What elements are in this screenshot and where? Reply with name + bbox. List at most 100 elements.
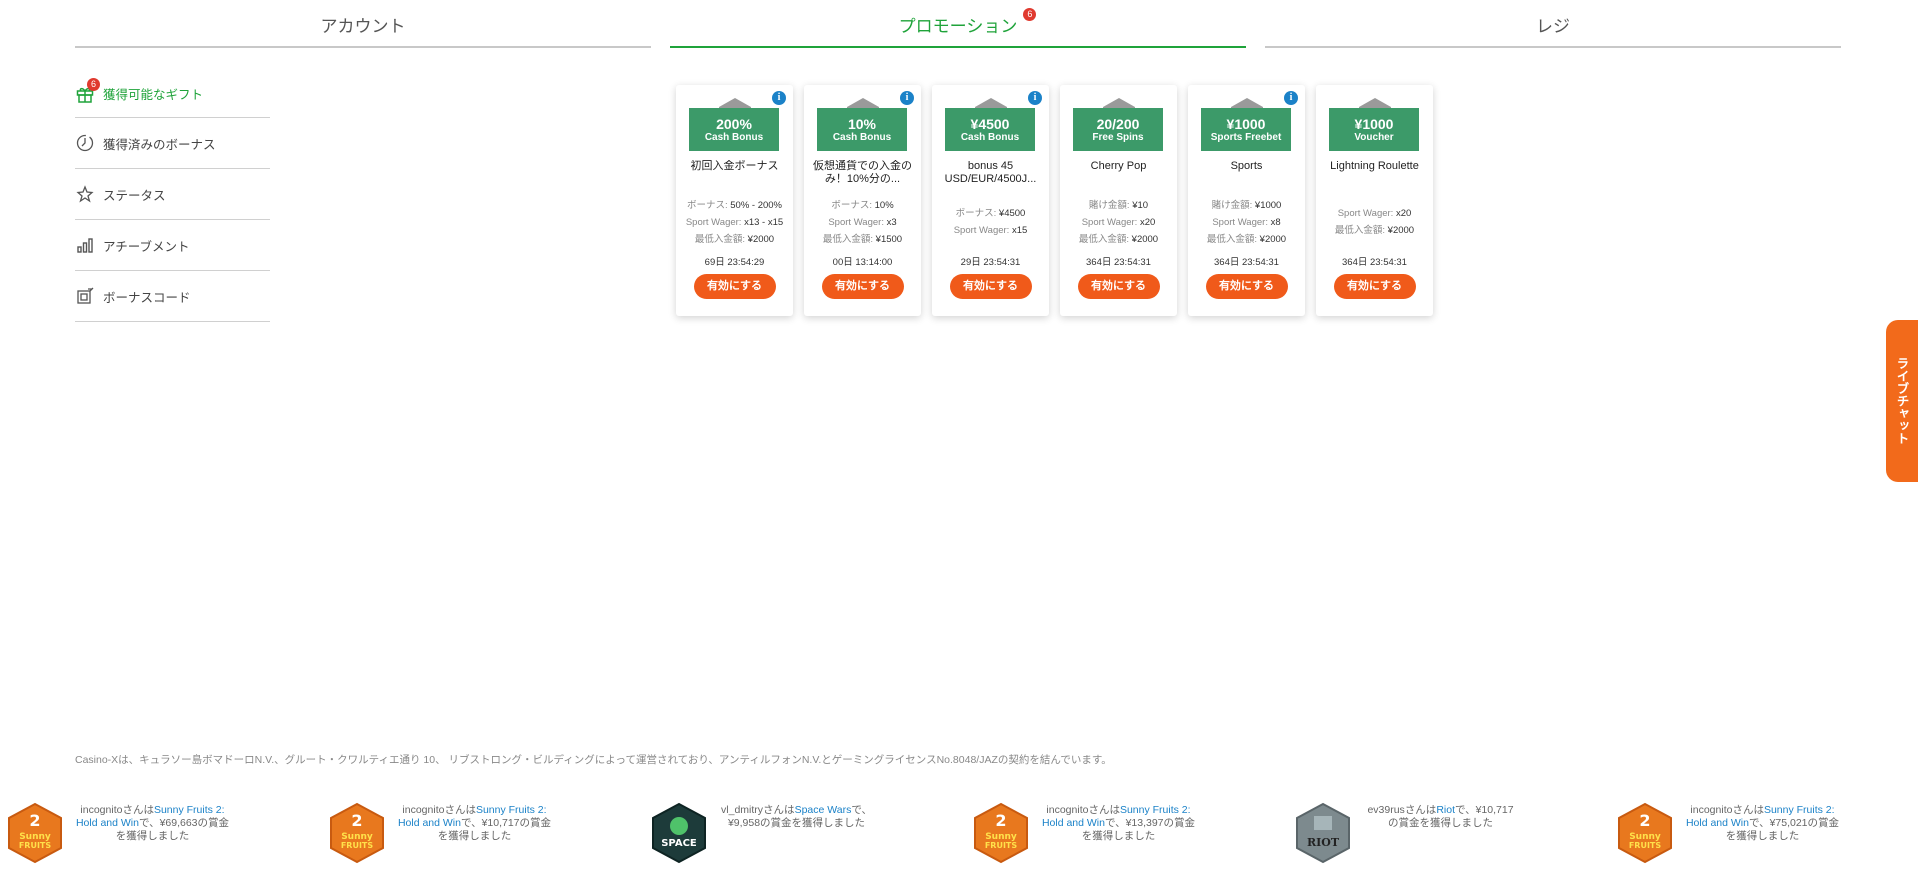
activate-button[interactable]: 有効にする: [949, 274, 1032, 299]
detail-value: ¥10: [1132, 199, 1149, 211]
sidebar-item-label: 獲得済みのボーナス: [103, 137, 216, 152]
promo-card: ¥1000 Voucher Lightning Roulette Sport Wa…: [1316, 85, 1433, 316]
promo-details: ボーナス: 50% - 200% Sport Wager: x13 - x15 最低…: [676, 190, 793, 254]
detail-line: ボーナス: ¥4500: [932, 205, 1049, 222]
bonus-ribbon: ¥1000 Sports Freebet: [1201, 108, 1291, 151]
ticker-user: incognito: [80, 804, 123, 816]
activate-button[interactable]: 有効にする: [1205, 274, 1288, 299]
bonus-badge: ¥1000 Voucher: [1316, 97, 1433, 162]
svg-text:2: 2: [1639, 811, 1650, 830]
detail-label: ボーナス:: [831, 199, 872, 211]
sidebar-item-available-gifts[interactable]: 6 獲得可能なギフト: [75, 70, 270, 118]
svg-text:2: 2: [29, 811, 40, 830]
promo-details: Sport Wager: x20 最低入金額: ¥2000: [1316, 190, 1433, 254]
bonus-ribbon: 20/200 Free Spins: [1073, 108, 1163, 151]
detail-line: Sport Wager: x15: [932, 222, 1049, 239]
detail-line: 最低入金額: ¥2000: [1316, 222, 1433, 239]
promo-title: 初回入金ボーナス: [690, 160, 779, 172]
ticker-user: ev39rus: [1367, 804, 1405, 816]
promo-title: Sports: [1230, 160, 1263, 172]
promo-details: ボーナス: ¥4500 Sport Wager: x15: [932, 190, 1049, 254]
winners-ticker: 2 Sunny FRUITS incognitoさんはSunny Fruits 2:…: [0, 798, 1918, 866]
riot-icon[interactable]: RIOT: [1294, 802, 1352, 864]
tab-cashier[interactable]: レジ: [1265, 0, 1841, 48]
ticker-item: 2 Sunny FRUITS incognitoさんはSunny Fruits 2:…: [966, 798, 1266, 866]
ticker-pre: さんは: [1404, 804, 1437, 816]
detail-value: ¥2000: [1259, 233, 1287, 245]
activate-button[interactable]: 有効にする: [1077, 274, 1160, 299]
detail-label: Sport Wager:: [1337, 208, 1394, 219]
detail-line: Sport Wager: x8: [1188, 214, 1305, 231]
detail-line: 最低入金額: ¥2000: [676, 231, 793, 248]
promo-cards: i 200% Cash Bonus 初回入金ボーナス ボーナス: 50% - 20…: [676, 85, 1433, 316]
ticker-game-link[interactable]: Riot: [1436, 804, 1455, 816]
detail-label: Sport Wager:: [685, 216, 742, 228]
bonus-amount: 10%: [847, 115, 877, 132]
svg-text:2: 2: [995, 811, 1006, 830]
countdown-timer: 364日 23:54:31: [1086, 257, 1151, 268]
activate-button[interactable]: 有効にする: [1333, 274, 1416, 299]
ticker-game-link[interactable]: Space Wars: [795, 804, 852, 816]
ticker-user: vl_dmitry: [721, 804, 764, 816]
detail-value: 50% - 200%: [730, 199, 783, 211]
activate-button[interactable]: 有効にする: [821, 274, 904, 299]
promo-card: i ¥1000 Sports Freebet Sports 賭け金額: ¥1000…: [1188, 85, 1305, 316]
space-wars-icon[interactable]: SPACE: [650, 802, 708, 864]
sunny-fruits-icon[interactable]: 2 Sunny FRUITS: [6, 802, 64, 864]
sidebar-item-achievements[interactable]: アチーブメント: [75, 220, 270, 271]
activate-button[interactable]: 有効にする: [693, 274, 776, 299]
bonus-type: Cash Bonus: [960, 131, 1020, 143]
detail-value: ¥2000: [747, 233, 775, 245]
sidebar: 6 獲得可能なギフト 獲得済みのボーナス ステータス アチーブメント ボーナスコ…: [75, 70, 270, 322]
ticker-item: 2 Sunny FRUITS incognitoさんはSunny Fruits 2:…: [0, 798, 300, 866]
detail-line: 最低入金額: ¥1500: [804, 231, 921, 248]
svg-text:2: 2: [351, 811, 362, 830]
detail-label: 最低入金額:: [1334, 225, 1386, 236]
sidebar-item-status[interactable]: ステータス: [75, 169, 270, 220]
tab-promotions[interactable]: プロモーション 6: [670, 0, 1246, 48]
detail-label: 最低入金額:: [1206, 233, 1258, 245]
detail-label: ボーナス:: [686, 199, 728, 211]
bonus-ribbon: ¥4500 Cash Bonus: [945, 108, 1035, 151]
sidebar-item-label: 獲得可能なギフト: [103, 88, 204, 102]
svg-text:FRUITS: FRUITS: [985, 841, 1018, 850]
sunny-fruits-icon[interactable]: 2 Sunny FRUITS: [1616, 802, 1674, 864]
detail-value: ¥1500: [875, 233, 903, 245]
svg-text:FRUITS: FRUITS: [19, 841, 52, 850]
bonus-ribbon: 10% Cash Bonus: [817, 108, 907, 151]
ticker-pre: さんは: [1732, 804, 1764, 816]
notification-badge: 6: [87, 77, 100, 91]
sidebar-item-bonus-code[interactable]: ボーナスコード: [75, 271, 270, 322]
live-chat-button[interactable]: ライブチャット: [1886, 320, 1918, 482]
sunny-fruits-icon[interactable]: 2 Sunny FRUITS: [328, 802, 386, 864]
gift-icon: 6: [75, 77, 100, 104]
detail-value: x15: [1011, 225, 1028, 236]
chart-icon: [75, 235, 95, 255]
detail-value: x3: [886, 216, 897, 228]
promo-title: bonus 45 USD/EUR/4500J...: [944, 160, 1037, 185]
sidebar-item-received-bonuses[interactable]: 獲得済みのボーナス: [75, 118, 270, 169]
detail-line: 賭け金額: ¥1000: [1188, 197, 1305, 214]
svg-text:RIOT: RIOT: [1307, 836, 1340, 849]
ticker-pre: さんは: [763, 804, 795, 816]
detail-line: 最低入金額: ¥2000: [1188, 231, 1305, 248]
ticker-item: 2 Sunny FRUITS incognitoさんはSunny Fruits 2:…: [322, 798, 622, 866]
ticker-pre: さんは: [122, 804, 154, 816]
sidebar-item-label: ステータス: [103, 188, 166, 203]
detail-label: 最低入金額:: [694, 233, 746, 245]
ticker-text: incognitoさんはSunny Fruits 2: Hold and Win…: [75, 804, 230, 843]
promo-title: 仮想通貨での入金のみ！10%分の...: [813, 160, 912, 185]
svg-text:FRUITS: FRUITS: [341, 841, 374, 850]
sunny-fruits-icon[interactable]: 2 Sunny FRUITS: [972, 802, 1030, 864]
tab-account[interactable]: アカウント: [75, 0, 651, 48]
svg-text:SPACE: SPACE: [661, 838, 697, 849]
ticker-text: incognitoさんはSunny Fruits 2: Hold and Win…: [1041, 804, 1196, 843]
detail-label: Sport Wager:: [1081, 216, 1138, 228]
countdown-timer: 29日 23:54:31: [960, 257, 1021, 268]
notification-badge: 6: [1023, 8, 1037, 21]
detail-line: 最低入金額: ¥2000: [1060, 231, 1177, 248]
detail-value: x8: [1270, 216, 1281, 228]
detail-value: ¥4500: [998, 208, 1026, 219]
bonus-badge: 200% Cash Bonus: [676, 97, 793, 162]
detail-label: 賭け金額:: [1088, 199, 1130, 211]
